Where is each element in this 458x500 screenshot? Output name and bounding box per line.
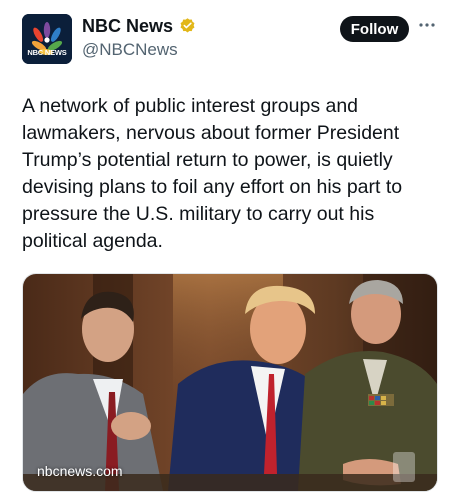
tweet-text: A network of public interest groups and … xyxy=(22,95,403,252)
news-photo xyxy=(23,274,437,491)
avatar-label: NBC NEWS xyxy=(27,48,67,57)
author-handle[interactable]: @NBCNews xyxy=(82,40,178,60)
avatar[interactable]: NBC NEWS xyxy=(22,14,72,64)
link-domain: nbcnews.com xyxy=(37,463,123,479)
link-card-image[interactable]: nbcnews.com xyxy=(22,273,438,492)
follow-button[interactable]: Follow xyxy=(340,16,409,42)
display-name[interactable]: NBC News xyxy=(82,16,173,37)
verified-badge-icon xyxy=(180,18,195,33)
tweet: NBC NEWS NBC News @NBCNews Follow A netw… xyxy=(0,0,458,500)
author-name-row: NBC News xyxy=(82,16,197,37)
more-horizontal-icon[interactable] xyxy=(418,22,436,28)
